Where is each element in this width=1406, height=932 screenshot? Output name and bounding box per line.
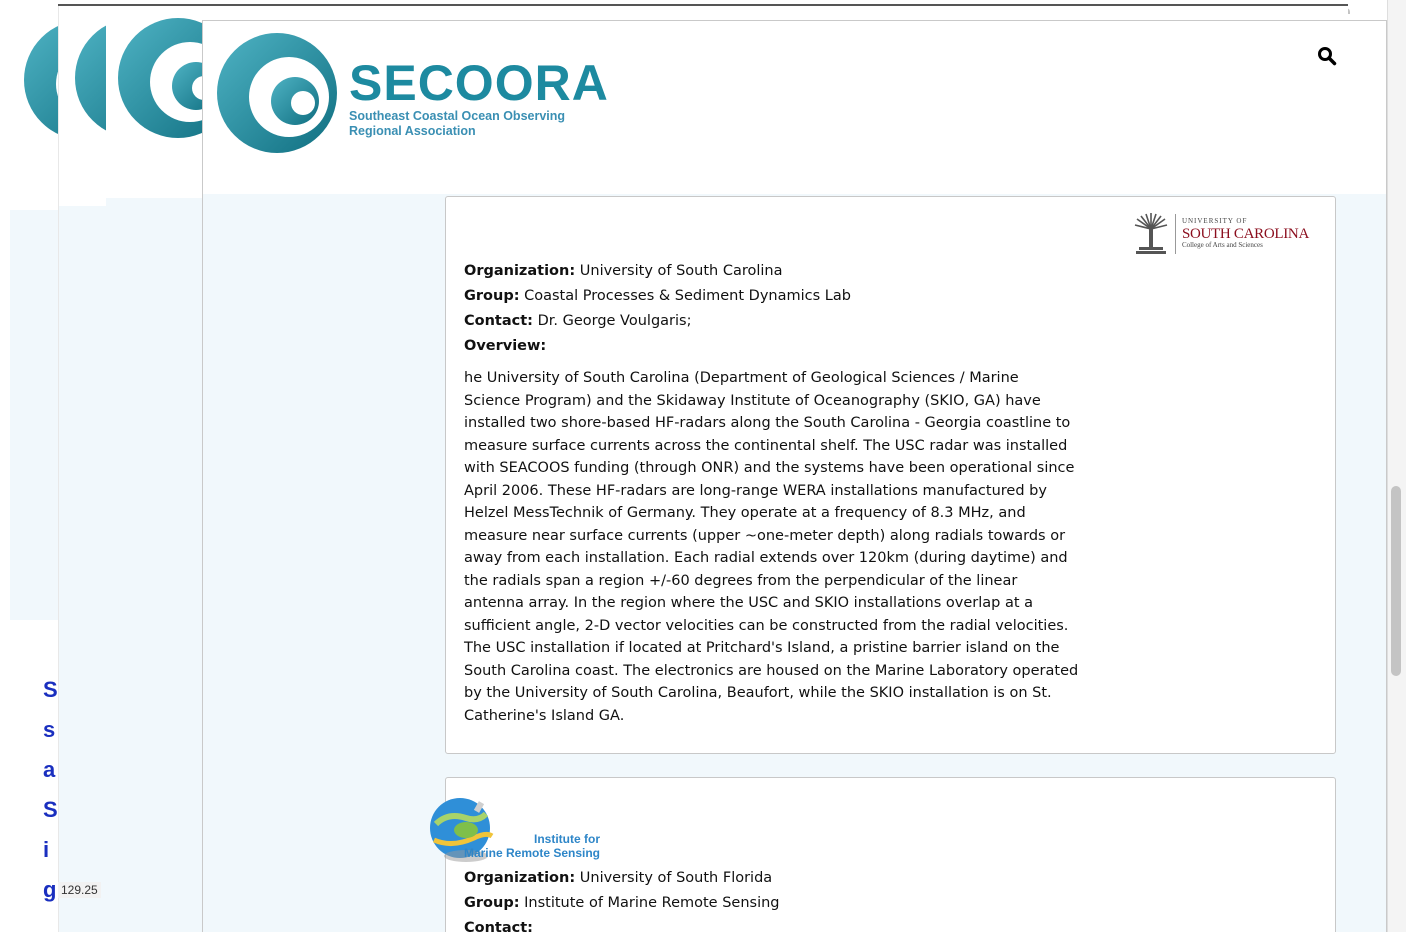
- background-panel: [106, 198, 202, 932]
- contact-label: Contact:: [464, 313, 533, 329]
- main-window: SECOORA Southeast Coastal Ocean Observin…: [202, 20, 1387, 932]
- organization-label: Organization:: [464, 870, 576, 886]
- organization-card: UNIVERSITY OF SOUTH CAROLINA College of …: [445, 196, 1336, 754]
- contact-label: Contact:: [464, 920, 533, 932]
- organization-label: Organization:: [464, 263, 576, 279]
- card-details: Organization: University of South Florid…: [464, 866, 1104, 932]
- organization-card: Institute for Marine Remote Sensing Orga…: [430, 777, 1336, 932]
- background-panel: [59, 206, 107, 932]
- organization-field: Organization: University of South Florid…: [464, 866, 1104, 891]
- group-value: Institute of Marine Remote Sensing: [524, 895, 780, 911]
- organization-field: Organization: University of South Caroli…: [464, 259, 1104, 284]
- organization-value: University of South Carolina: [579, 263, 783, 279]
- palmetto-tree-icon: [1134, 213, 1168, 254]
- background-panel: [10, 210, 58, 620]
- group-label: Group:: [464, 895, 520, 911]
- imrs-wordmark: Institute for Marine Remote Sensing: [464, 832, 600, 860]
- group-value: Coastal Processes & Sediment Dynamics La…: [524, 288, 851, 304]
- group-label: Group:: [464, 288, 520, 304]
- secoora-swirl-icon: [215, 31, 339, 155]
- logo-title: SECOORA: [349, 55, 609, 111]
- scrollbar-thumb[interactable]: [1391, 486, 1401, 676]
- search-icon: [1318, 47, 1337, 66]
- organization-value: University of South Florida: [579, 870, 773, 886]
- contact-field: Contact:: [464, 916, 1104, 932]
- usc-college-line: College of Arts and Sciences: [1181, 241, 1263, 250]
- overview-text: he University of South Carolina (Departm…: [464, 370, 1079, 724]
- logo-subtitle-line2: Regional Association: [349, 124, 476, 138]
- usc-small-line: UNIVERSITY OF: [1181, 217, 1248, 226]
- site-header: SECOORA Southeast Coastal Ocean Observin…: [203, 21, 1386, 194]
- logo-text: SECOORA Southeast Coastal Ocean Observin…: [349, 57, 609, 139]
- group-field: Group: Institute of Marine Remote Sensin…: [464, 891, 1104, 916]
- search-button[interactable]: [1316, 45, 1338, 67]
- usc-name: SOUTH CAROLINA: [1181, 225, 1309, 242]
- contact-value: Dr. George Voulgaris;: [537, 313, 692, 329]
- imrs-line1: Institute for: [534, 832, 600, 846]
- overview-label: Overview:: [464, 338, 547, 354]
- overview-field: Overview:: [464, 334, 1104, 359]
- imrs-logo[interactable]: Institute for Marine Remote Sensing: [420, 794, 600, 866]
- usc-logo[interactable]: UNIVERSITY OF SOUTH CAROLINA College of …: [1133, 213, 1309, 255]
- logo-subtitle-line1: Southeast Coastal Ocean Observing: [349, 109, 566, 123]
- vertical-scrollbar[interactable]: [1387, 0, 1406, 932]
- secoora-logo[interactable]: SECOORA Southeast Coastal Ocean Observin…: [215, 31, 609, 155]
- imrs-line2: Marine Remote Sensing: [463, 846, 600, 860]
- card-details: Organization: University of South Caroli…: [464, 259, 1104, 727]
- group-field: Group: Coastal Processes & Sediment Dyna…: [464, 284, 1104, 309]
- logo-divider: [1174, 214, 1176, 254]
- coordinate-readout: 129.25: [58, 882, 101, 898]
- usc-wordmark: UNIVERSITY OF SOUTH CAROLINA College of …: [1181, 217, 1309, 250]
- contact-field: Contact: Dr. George Voulgaris;: [464, 309, 1104, 334]
